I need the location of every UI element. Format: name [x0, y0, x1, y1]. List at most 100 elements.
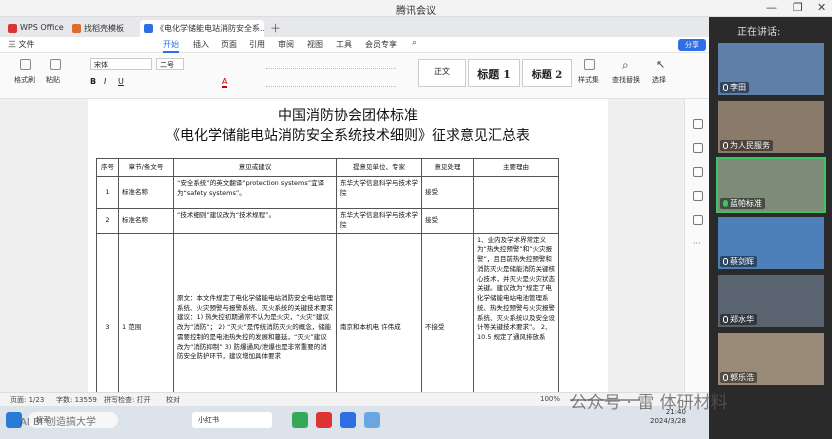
- menu-review[interactable]: 审阅: [278, 39, 294, 50]
- browser-icon[interactable]: [364, 412, 380, 428]
- style-normal[interactable]: 正文: [418, 59, 466, 87]
- cell-opinion: 原文：本文件规定了电化学储能电站消防安全电站管理系统、火灾预警与报警系统、灭火系…: [173, 232, 337, 409]
- paste-label: 粘贴: [46, 76, 60, 84]
- tab-label: 找稻壳模板: [84, 24, 124, 33]
- cell-no: 1: [96, 176, 119, 209]
- meeting-title: 腾讯会议: [396, 6, 436, 17]
- document-title: 中国消防协会团体标准: [278, 108, 418, 124]
- cell-unit: 东华大学信息科学与技术学院: [336, 208, 422, 234]
- cell-clause: 标准名称: [118, 208, 174, 234]
- more-icon[interactable]: ···: [693, 239, 701, 248]
- participant-tile[interactable]: 为人民服务: [718, 101, 824, 153]
- new-tab-icon[interactable]: ＋: [270, 20, 281, 36]
- menu-tools[interactable]: 工具: [336, 39, 352, 50]
- cell-clause: 标准名称: [118, 176, 174, 209]
- participant-name: 郭乐浩: [720, 372, 757, 383]
- search-icon[interactable]: ⌕: [412, 38, 417, 48]
- font-name-select[interactable]: 宋体: [90, 58, 152, 70]
- styles-icon[interactable]: [584, 59, 595, 70]
- format-painter-icon[interactable]: [20, 59, 31, 70]
- font-size-select[interactable]: 二号: [156, 58, 184, 70]
- menu-file[interactable]: 三 文件: [8, 39, 35, 50]
- mic-active-icon: [723, 200, 728, 207]
- opinion-table: 序号 章节/条文号 意见或建议 提意见单位、专家 意见处理 主要理由 1 标准名…: [96, 158, 559, 409]
- font-color-button[interactable]: A: [222, 77, 228, 88]
- mic-icon: [723, 84, 728, 91]
- document-page[interactable]: 中国消防协会团体标准 《电化学储能电站消防安全系统技术细则》征求意见汇总表 序号…: [88, 99, 608, 409]
- help-icon[interactable]: [693, 215, 703, 225]
- cell-reason: [473, 208, 559, 234]
- watermark-left: AI BI 创造搞大学: [20, 417, 96, 428]
- tab-wps-office[interactable]: WPS Office: [4, 20, 64, 37]
- menu-bar: 三 文件 开始 插入 页面 引用 审阅 视图 工具 会员专享 ⌕ 分享: [0, 37, 709, 53]
- status-words[interactable]: 字数: 13559: [56, 395, 97, 405]
- status-zoom[interactable]: 100%: [540, 395, 560, 403]
- word-doc-icon: [144, 24, 153, 33]
- participant-tile[interactable]: 郭乐浩: [718, 333, 824, 385]
- participant-tile-active[interactable]: 蓝帕标准: [716, 157, 826, 213]
- tab-template[interactable]: 找稻壳模板: [68, 20, 136, 37]
- menu-view[interactable]: 视图: [307, 39, 323, 50]
- document-subtitle: 《电化学储能电站消防安全系统技术细则》征求意见汇总表: [166, 128, 530, 144]
- styles-label: 样式集: [578, 76, 599, 84]
- cell-unit: 东华大学信息科学与技术学院: [336, 176, 422, 209]
- minimize-icon[interactable]: —: [766, 1, 777, 14]
- clock-date: 2024/3/28: [650, 417, 686, 426]
- menu-home[interactable]: 开始: [163, 39, 179, 53]
- maximize-icon[interactable]: ❐: [793, 1, 803, 14]
- watermark-right: 公众号 · 雷 体研材料: [570, 393, 728, 413]
- menu-references[interactable]: 引用: [249, 39, 265, 50]
- taskbar-app-xiaohongshu[interactable]: 小红书: [192, 412, 272, 428]
- template-icon: [72, 24, 81, 33]
- bold-button[interactable]: B: [90, 77, 96, 86]
- find-icon[interactable]: ⌕: [622, 58, 629, 73]
- tab-label: 《电化学储能电站消防安全系...: [156, 24, 264, 33]
- participant-tile[interactable]: 郑水华: [718, 275, 824, 327]
- translate-icon[interactable]: [693, 191, 703, 201]
- menu-page[interactable]: 页面: [221, 39, 237, 50]
- paragraph-tools[interactable]: [266, 59, 396, 69]
- cell-handling: 接受: [421, 208, 474, 234]
- paste-icon[interactable]: [50, 59, 61, 70]
- tab-document[interactable]: 《电化学储能电站消防安全系...: [140, 20, 264, 37]
- status-spellcheck[interactable]: 拼写检查: 打开: [104, 395, 151, 405]
- mic-icon: [723, 142, 728, 149]
- adjust-icon[interactable]: [693, 167, 703, 177]
- table-row: 2 标准名称 “技术细则”建议改为“技术规程”。 东华大学信息科学与技术学院 接…: [96, 208, 559, 234]
- menu-insert[interactable]: 插入: [193, 39, 209, 50]
- close-icon[interactable]: ✕: [817, 1, 826, 14]
- wps-taskbar-icon[interactable]: [316, 412, 332, 428]
- alignment-tools[interactable]: [266, 77, 396, 87]
- status-proofread[interactable]: 校对: [166, 395, 180, 405]
- cell-unit: 南京和本机电 许伟成: [336, 232, 422, 409]
- header-cell: 意见或建议: [173, 158, 337, 177]
- status-page[interactable]: 页面: 1/23: [10, 395, 44, 405]
- app-icon[interactable]: [292, 412, 308, 428]
- style-heading1[interactable]: 标题 1: [468, 59, 520, 87]
- meeting-taskbar-icon[interactable]: [340, 412, 356, 428]
- wps-window: WPS Office 找稻壳模板 《电化学储能电站消防安全系... ＋ 三 文件…: [0, 17, 709, 439]
- participant-tile[interactable]: 李田: [718, 43, 824, 95]
- italic-button[interactable]: I: [104, 77, 106, 86]
- tab-label: WPS Office: [20, 23, 64, 32]
- share-button[interactable]: 分享: [678, 39, 706, 51]
- cell-reason: [473, 176, 559, 209]
- pen-icon[interactable]: [693, 119, 703, 129]
- mic-icon: [723, 258, 728, 265]
- cell-opinion: “安全系统”的英文翻译“protection systems”宜译为“safet…: [173, 176, 337, 209]
- cell-handling: 不接受: [421, 232, 474, 409]
- meeting-title-bar: 腾讯会议 — ❐ ✕: [0, 0, 832, 17]
- menu-membership[interactable]: 会员专享: [365, 39, 397, 50]
- participant-tile[interactable]: 蔡剑辉: [718, 217, 824, 269]
- pointer-icon[interactable]: [693, 143, 703, 153]
- ribbon-toolbar: 格式刷 粘贴 宋体 二号 B I U A 正文 标题 1 标题 2 样式集 ⌕ …: [0, 53, 709, 99]
- select-cursor-icon[interactable]: ↖: [656, 58, 665, 71]
- header-cell: 提意见单位、专家: [336, 158, 422, 177]
- underline-button[interactable]: U: [118, 77, 124, 86]
- select-label: 选择: [652, 76, 666, 84]
- participant-panel: 正在讲话: 李田 为人民服务 蓝帕标准 蔡剑辉 郑水华 郭乐浩: [709, 17, 832, 439]
- participant-name: 为人民服务: [720, 140, 773, 151]
- table-header-row: 序号 章节/条文号 意见或建议 提意见单位、专家 意见处理 主要理由: [96, 158, 559, 177]
- style-heading2[interactable]: 标题 2: [522, 59, 572, 87]
- document-area: 中国消防协会团体标准 《电化学储能电站消防安全系统技术细则》征求意见汇总表 序号…: [0, 99, 709, 409]
